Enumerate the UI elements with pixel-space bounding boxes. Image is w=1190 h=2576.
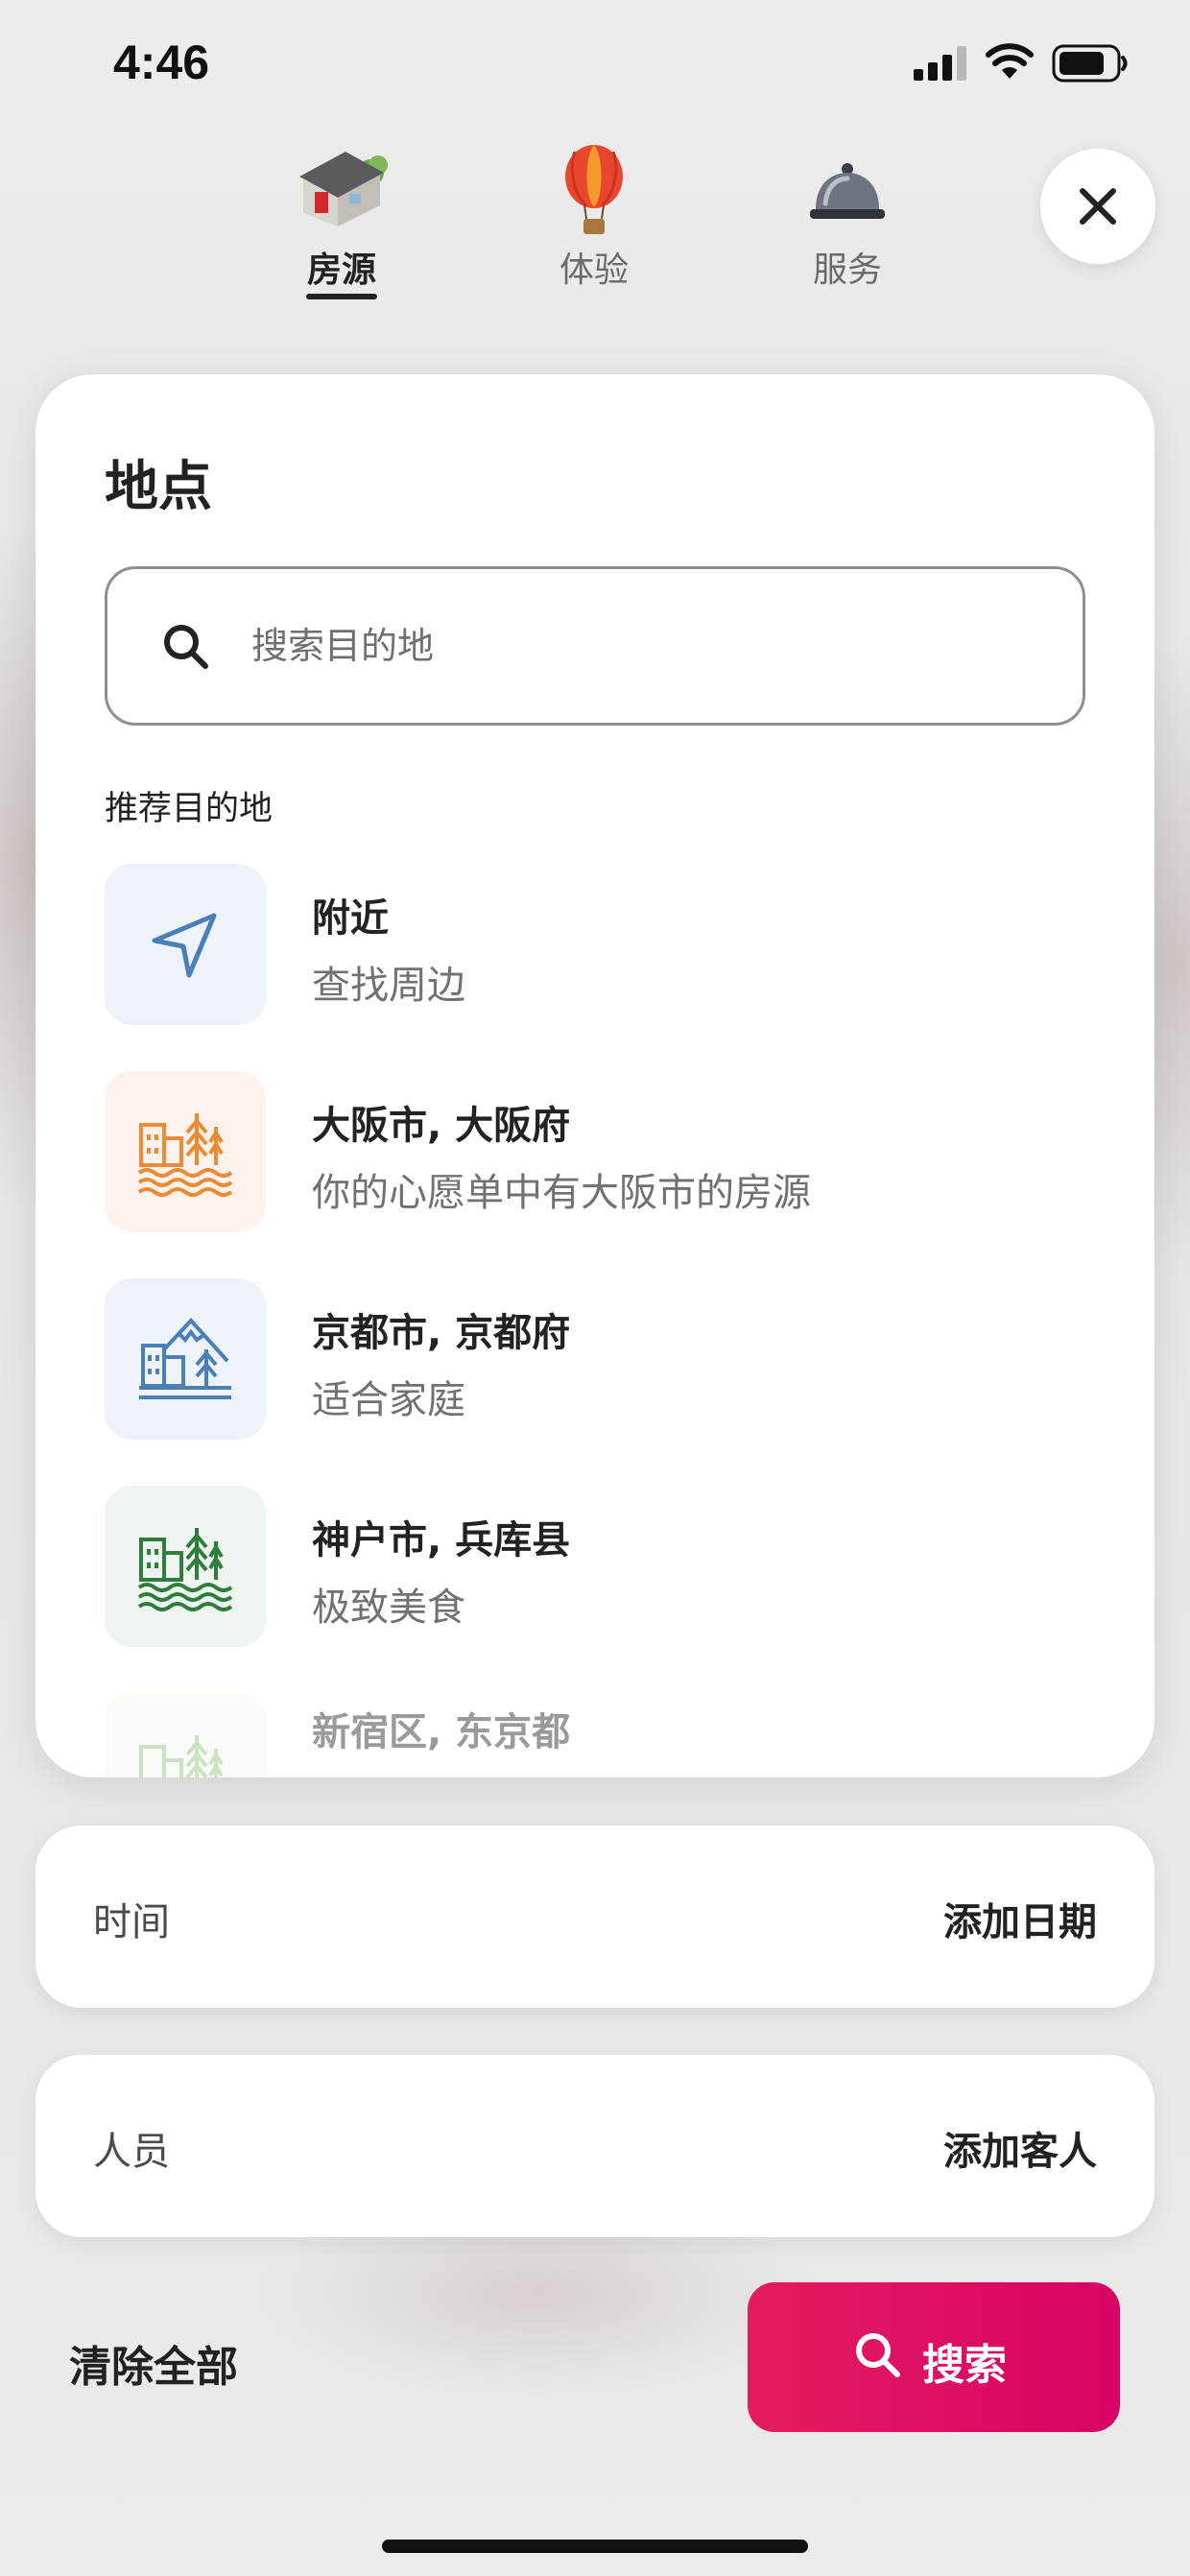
search-icon [856,2333,900,2377]
destination-name: 京都市, 京都府 [312,1311,571,1355]
city-waterfront-icon [137,1113,233,1197]
city-waterfront-icon [139,1735,224,1777]
location-title: 地点 [105,456,212,518]
add-dates-value: 添加日期 [943,1900,1097,1944]
guests-label: 人员 [93,2130,170,2174]
guests-row[interactable]: 人员 添加客人 [36,2055,1154,2237]
destination-subtitle: 你的心愿单中有大阪市的房源 [312,1171,811,1215]
city-waterfront-icon [137,1528,233,1611]
add-guests-value: 添加客人 [943,2130,1097,2174]
search-button[interactable]: 搜索 [748,2282,1120,2432]
destination-item-kyoto[interactable]: 京都市, 京都府 适合家庭 [105,1278,1085,1443]
location-card: 地点 推荐目的地 附近 查找周边 [36,374,1154,1777]
destination-tile [105,1071,266,1232]
destination-tile [105,1693,266,1777]
tab-label: 服务 [812,250,882,290]
search-button-label: 搜索 [922,2341,1007,2390]
destination-item-kobe[interactable]: 神户市, 兵库县 极致美食 [105,1486,1085,1651]
destination-name: 神户市, 兵库县 [312,1518,571,1562]
clear-all-button[interactable]: 清除全部 [69,2332,238,2394]
city-mountain-icon [139,1318,231,1399]
destination-search-input[interactable] [251,608,1038,684]
destination-name: 大阪市, 大阪府 [312,1104,571,1148]
destination-item-osaka[interactable]: 大阪市, 大阪府 你的心愿单中有大阪市的房源 [105,1071,1085,1236]
destination-name: 附近 [312,896,389,941]
tab-experiences[interactable]: 体验 [498,134,690,307]
tab-services[interactable]: 服务 [751,134,943,307]
tab-homes[interactable]: 房源 [246,134,438,307]
tab-label: 房源 [306,250,376,290]
status-bar: 4:46 [0,0,1190,134]
battery-icon [1052,44,1128,83]
destination-subtitle: 适合家庭 [312,1378,465,1422]
dates-label: 时间 [93,1900,170,1944]
category-tabs: 房源 体验 服务 [0,134,1190,307]
destination-subtitle: 极致美食 [312,1586,465,1630]
service-bell-icon [810,163,885,219]
destination-search-box[interactable] [105,566,1085,726]
destination-tile [105,1486,266,1647]
suggested-destinations-label: 推荐目的地 [105,790,274,828]
dates-row[interactable]: 时间 添加日期 [36,1825,1154,2008]
status-time: 4:46 [113,36,210,89]
house-icon [299,152,388,227]
destination-tile [105,864,266,1025]
active-tab-indicator [306,294,377,299]
close-button[interactable] [1040,149,1155,264]
destination-tile [105,1278,266,1440]
destination-name: 新宿区, 东京都 [312,1710,571,1754]
home-indicator[interactable] [382,2540,808,2553]
search-icon [164,625,208,669]
tab-label: 体验 [559,250,629,290]
destination-subtitle: 查找周边 [312,964,465,1008]
navigation-arrow-icon [152,913,217,978]
wifi-icon [986,43,1034,79]
destination-item-shinjuku[interactable]: 新宿区, 东京都 [105,1693,1085,1777]
hot-air-balloon-icon [565,145,623,234]
cellular-signal-icon [914,46,966,81]
destination-item-nearby[interactable]: 附近 查找周边 [105,864,1085,1029]
close-icon [1080,188,1116,225]
